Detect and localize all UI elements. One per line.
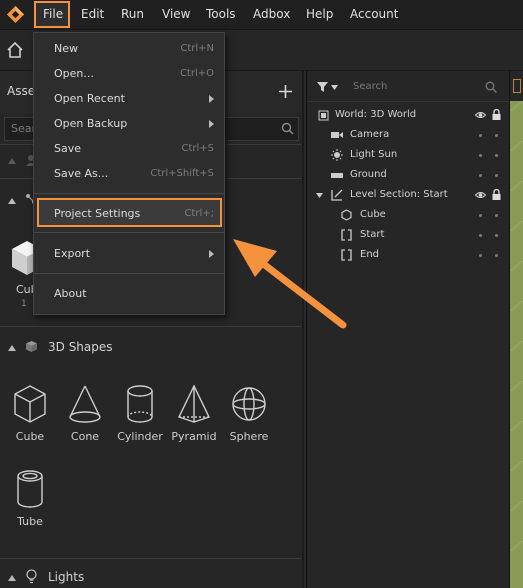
file-menu-open-recent[interactable]: Open Recent <box>54 90 125 108</box>
cone-outline-icon <box>69 385 101 423</box>
file-menu-about[interactable]: About <box>54 285 87 303</box>
ground-icon <box>331 173 343 178</box>
camera-icon <box>331 132 343 138</box>
collapse-arrow-icon[interactable] <box>8 157 16 165</box>
shortcut-open: Ctrl+O <box>179 68 214 79</box>
scene-tree-header: Search <box>307 71 509 102</box>
viewport-tab-icon[interactable] <box>513 79 521 93</box>
shape-label-cylinder: Cylinder <box>117 430 163 443</box>
submenu-arrow-icon <box>209 250 214 258</box>
menu-bar: File Edit Run View Tools Adbox Help Acco… <box>0 0 523 30</box>
filter-icon[interactable] <box>317 82 328 92</box>
level-icon <box>331 189 343 201</box>
cube-outline-icon <box>14 385 46 423</box>
shape-label-tube: Tube <box>17 515 43 528</box>
shape-tile-tube[interactable]: Tube <box>0 466 60 542</box>
collapse-arrow-icon[interactable] <box>8 344 16 352</box>
pyramid-outline-icon <box>178 384 210 423</box>
app-logo-icon[interactable] <box>6 5 25 24</box>
box-icon <box>26 341 37 352</box>
tree-row-cube[interactable]: Cube <box>307 205 509 225</box>
tree-label-ground: Ground <box>350 169 387 180</box>
file-menu-project-settings[interactable]: Project Settings <box>54 205 140 223</box>
shape-tile-pyramid[interactable]: Pyramid <box>164 381 224 457</box>
eye-icon[interactable] <box>475 111 486 119</box>
light-bulb-icon <box>26 569 37 584</box>
shape-label-cube: Cube <box>15 430 45 443</box>
shape-label-pyramid: Pyramid <box>171 430 217 443</box>
world-icon <box>318 110 329 121</box>
menu-view[interactable]: View <box>162 0 190 29</box>
menu-edit[interactable]: Edit <box>81 0 104 29</box>
menu-file[interactable]: File <box>43 0 63 29</box>
cylinder-outline-icon <box>127 385 153 423</box>
file-menu-export[interactable]: Export <box>54 245 90 263</box>
shape-tile-cone[interactable]: Cone <box>55 381 115 457</box>
submenu-arrow-icon <box>209 95 214 103</box>
shortcut-save: Ctrl+S <box>181 143 214 154</box>
search-icon[interactable] <box>485 81 497 93</box>
file-menu-new[interactable]: New <box>54 40 78 58</box>
lock-icon[interactable] <box>492 189 501 200</box>
section-title-3d-shapes: 3D Shapes <box>48 340 113 354</box>
tree-label-world: World: 3D World <box>335 109 417 120</box>
file-menu-dropdown: New Ctrl+N Open... Ctrl+O Open Recent Op… <box>33 32 225 315</box>
shape-label-sphere: Sphere <box>229 430 269 443</box>
file-menu-save-as[interactable]: Save As... <box>54 165 108 183</box>
asset-count: 1 <box>21 299 27 309</box>
scene-search-input[interactable]: Search <box>353 81 387 92</box>
tree-label-start: Start <box>360 229 385 240</box>
file-menu-save[interactable]: Save <box>54 140 81 158</box>
tree-label-light-sun: Light Sun <box>350 149 398 160</box>
menu-account[interactable]: Account <box>350 0 398 29</box>
collapse-arrow-icon[interactable] <box>8 574 16 582</box>
tree-label-cube: Cube <box>360 209 386 220</box>
shape-label-cone: Cone <box>70 430 100 443</box>
shape-tile-cube[interactable]: Cube <box>0 381 60 457</box>
annotation-arrow-icon <box>233 239 347 329</box>
viewport-3d[interactable] <box>510 71 523 588</box>
chevron-down-icon[interactable] <box>331 85 338 90</box>
shortcut-save-as: Ctrl+Shift+S <box>150 168 214 179</box>
menu-adbox[interactable]: Adbox <box>253 0 290 29</box>
eye-icon[interactable] <box>475 191 486 199</box>
menu-help[interactable]: Help <box>306 0 333 29</box>
tree-row-light-sun[interactable]: Light Sun <box>307 145 509 165</box>
hexagon-icon <box>341 209 352 221</box>
submenu-arrow-icon <box>209 120 214 128</box>
collapse-arrow-icon[interactable] <box>8 197 16 205</box>
tree-row-level-section[interactable]: Level Section: Start <box>307 185 509 205</box>
tree-label-level-section: Level Section: Start <box>350 189 448 200</box>
shortcut-new: Ctrl+N <box>180 43 214 54</box>
viewport-grid <box>510 71 523 588</box>
sun-icon <box>331 149 343 161</box>
add-icon[interactable] <box>278 84 293 99</box>
tree-label-camera: Camera <box>350 129 390 140</box>
shortcut-project-settings: Ctrl+; <box>184 208 214 219</box>
tree-row-world[interactable]: World: 3D World <box>307 105 509 125</box>
section-title-lights: Lights <box>48 570 85 584</box>
home-icon[interactable] <box>6 41 24 59</box>
menu-run[interactable]: Run <box>121 0 144 29</box>
file-menu-open[interactable]: Open... <box>54 65 94 83</box>
lock-icon[interactable] <box>492 109 501 120</box>
file-menu-open-backup[interactable]: Open Backup <box>54 115 127 133</box>
menu-tools[interactable]: Tools <box>206 0 236 29</box>
tube-outline-icon <box>17 470 43 508</box>
tree-label-end: End <box>360 249 380 260</box>
tree-row-ground[interactable]: Ground <box>307 165 509 185</box>
shape-tile-cylinder[interactable]: Cylinder <box>110 381 170 457</box>
shape-tile-sphere[interactable]: Sphere <box>219 381 279 457</box>
expand-arrow-icon[interactable] <box>316 193 323 198</box>
sphere-outline-icon <box>232 387 266 421</box>
tree-row-camera[interactable]: Camera <box>307 125 509 145</box>
search-icon[interactable] <box>281 122 294 135</box>
